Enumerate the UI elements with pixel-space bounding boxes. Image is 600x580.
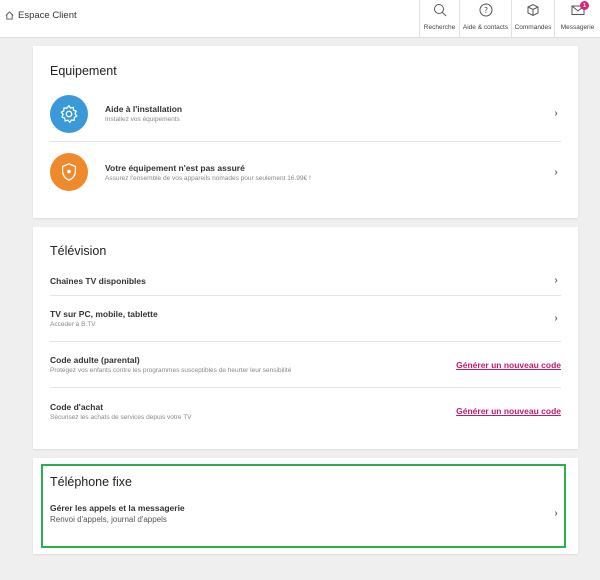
- insurance-row[interactable]: Votre équipement n'est pas assuré Assure…: [50, 146, 561, 198]
- nav-help-label: Aide & contacts: [462, 24, 509, 31]
- search-icon: [433, 4, 446, 17]
- purchase-code-row: Code d'achat Sécurisez les achats de ser…: [50, 388, 561, 434]
- brand-label: Espace Client: [18, 10, 77, 21]
- nav-mail[interactable]: 1 Messagerie: [554, 0, 600, 38]
- shield-circle: [50, 153, 88, 191]
- installation-help-title: Aide à l'installation: [105, 104, 183, 114]
- chevron-right-icon: ›: [554, 108, 558, 119]
- highlight-frame: [41, 464, 566, 548]
- installation-help-subtitle: Installez vos équipements: [105, 116, 180, 123]
- top-bar: Espace Client Recherche ? Aide & contact…: [0, 0, 600, 38]
- nav-orders-label: Commandes: [514, 24, 552, 31]
- chevron-right-icon: ›: [554, 275, 558, 286]
- parental-code-subtitle: Protégez vos enfants contre les programm…: [50, 367, 292, 374]
- nav-orders[interactable]: Commandes: [511, 0, 554, 38]
- nav-help[interactable]: ? Aide & contacts: [459, 0, 511, 38]
- home-icon: [5, 11, 14, 20]
- help-icon: ?: [479, 3, 492, 17]
- tv-channels-title: Chaînes TV disponibles: [50, 275, 146, 286]
- tv-multiscreen-row[interactable]: TV sur PC, mobile, tablette Accéder à B.…: [50, 296, 561, 342]
- purchase-code-title: Code d'achat: [50, 401, 104, 412]
- gear-icon: [60, 104, 78, 123]
- shield-icon: [61, 163, 77, 181]
- header-nav: Recherche ? Aide & contacts Commandes 1 …: [419, 0, 600, 38]
- chevron-right-icon: ›: [554, 166, 558, 178]
- box-icon: [527, 3, 539, 17]
- insurance-title: Votre équipement n'est pas assuré: [105, 162, 245, 173]
- television-card: Télévision Chaînes TV disponibles › TV s…: [33, 227, 578, 449]
- television-title: Télévision: [50, 244, 107, 258]
- equipement-card: Equipement Aide à l'installation Install…: [33, 46, 578, 218]
- nav-search-label: Recherche: [423, 24, 456, 31]
- brand[interactable]: Espace Client: [5, 10, 77, 21]
- generate-purchase-code-link[interactable]: Générer un nouveau code: [456, 406, 561, 416]
- nav-search[interactable]: Recherche: [419, 0, 459, 38]
- generate-parental-code-link[interactable]: Générer un nouveau code: [456, 360, 561, 370]
- parental-code-row: Code adulte (parental) Protégez vos enfa…: [50, 342, 561, 388]
- mail-badge: 1: [580, 1, 589, 10]
- tv-multiscreen-title: TV sur PC, mobile, tablette: [50, 309, 158, 319]
- nav-mail-label: Messagerie: [560, 24, 595, 31]
- chevron-right-icon: ›: [554, 313, 558, 324]
- equipement-title: Equipement: [50, 64, 117, 78]
- tv-multiscreen-subtitle: Accéder à B.TV: [50, 321, 96, 328]
- tv-channels-row[interactable]: Chaînes TV disponibles ›: [50, 266, 561, 296]
- installation-help-row[interactable]: Aide à l'installation Installez vos équi…: [50, 86, 561, 142]
- parental-code-title: Code adulte (parental): [50, 355, 140, 365]
- gear-circle: [50, 94, 88, 133]
- svg-text:?: ?: [483, 6, 487, 15]
- purchase-code-subtitle: Sécurisez les achats de services depuis …: [50, 413, 192, 421]
- insurance-subtitle: Assurez l'ensemble de vos appareils noma…: [105, 174, 311, 182]
